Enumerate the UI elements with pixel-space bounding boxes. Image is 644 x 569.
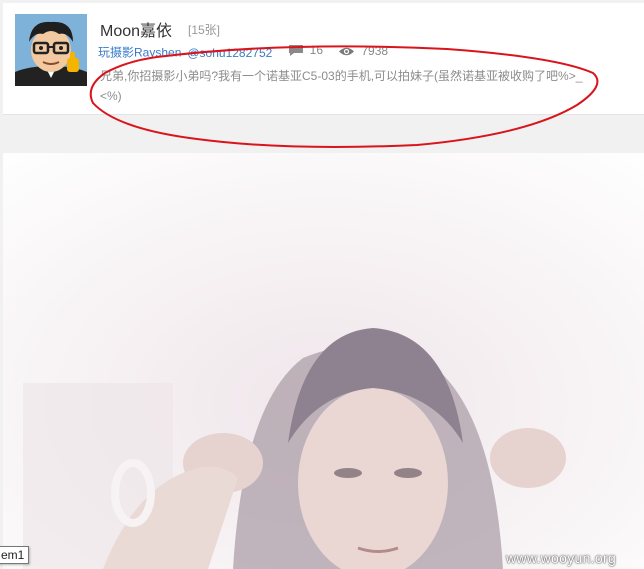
- red-annotation-ellipse: [89, 45, 599, 148]
- photo-image: [3, 153, 644, 569]
- post-card: Moon嘉依 [15张] 玩摄影Rayshen @sohu1282752 16 7…: [3, 3, 644, 148]
- photo-count: [15张]: [188, 23, 221, 37]
- photo-panel[interactable]: [3, 153, 644, 569]
- watermark: www.wooyun.org: [506, 550, 617, 566]
- tooltip: em1: [0, 546, 30, 564]
- avatar-image: [15, 14, 87, 86]
- avatar[interactable]: [15, 14, 87, 86]
- album-title[interactable]: Moon嘉依: [100, 17, 172, 41]
